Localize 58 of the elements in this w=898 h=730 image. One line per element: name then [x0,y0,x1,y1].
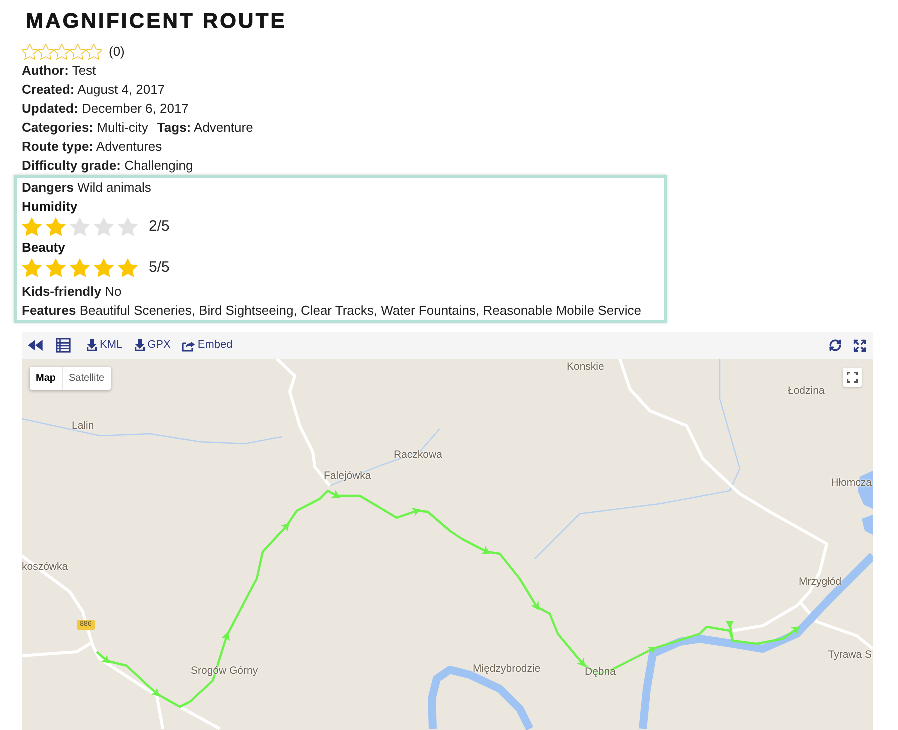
embed-button[interactable]: Embed [182,336,233,354]
detail-text: Dangers Wild animals [22,179,152,197]
star-icon [46,258,66,278]
place-label: Międzybrodzie [473,663,541,675]
star-icon [94,258,114,278]
page-title: MAGNIFICENT ROUTE [26,9,287,35]
meta-text: Updated: December 6, 2017 [22,100,189,118]
detail-heading: Beauty [22,239,66,257]
share-icon [182,340,195,352]
meta-text: Route type: Adventures [22,138,162,156]
refresh-icon [829,339,842,352]
map-type-tab[interactable]: Satellite [62,367,111,390]
meta-text: Difficulty grade: Challenging [22,157,194,175]
place-label: koszówka [22,561,68,573]
star-icon [86,44,102,60]
place-label: Hłomcza [831,477,872,489]
detail-text: Features Beautiful Sceneries, Bird Sightseeing, Clear Tracks, Water Fountains, Reasonable Mobile Service [22,302,642,320]
rating-reading: 5/5 [149,258,170,278]
star-icon [70,44,86,60]
meta-text: Author: Test [22,62,96,80]
meta-text: Tags: Adventure [157,119,254,137]
star-icon [46,217,66,237]
star-icon [70,258,90,278]
meta-text: Categories: Multi-city [22,119,148,137]
star-icon [22,258,42,278]
star-icon [94,217,114,237]
list-icon [56,338,71,353]
place-label: Lalin [72,420,94,432]
detail-text: Kids-friendly No [22,283,122,301]
fullscreen-button[interactable] [843,368,862,387]
star-icon [118,258,138,278]
place-label: Tyrawa S [828,649,872,661]
fullscreen-icon [847,372,858,383]
star-icon [22,217,42,237]
place-label: Falejówka [324,470,372,482]
detail-heading: Humidity [22,198,78,216]
download-button[interactable]: GPX [134,336,171,354]
star-icon [118,217,138,237]
rating-count: (0) [109,43,125,62]
rating-reading: 2/5 [149,216,170,237]
place-label: Raczkowa [394,449,442,461]
place-label: Konskie [567,361,604,373]
road [179,706,221,730]
star-icon [70,217,90,237]
map-type-tab[interactable]: Map [30,367,62,390]
list-button[interactable] [56,336,71,354]
download-icon [134,339,145,352]
star-icon [38,44,54,60]
meta-text: Created: August 4, 2017 [22,81,166,99]
lake [862,515,873,535]
rewind-icon [28,340,43,351]
place-label: Łodzina [788,385,825,397]
star-icon [54,44,70,60]
expand-icon [853,338,867,352]
download-icon [87,339,97,352]
download-button[interactable]: KML [87,336,123,354]
star-icon [22,44,38,60]
place-label: Mrzygłód [799,576,842,588]
